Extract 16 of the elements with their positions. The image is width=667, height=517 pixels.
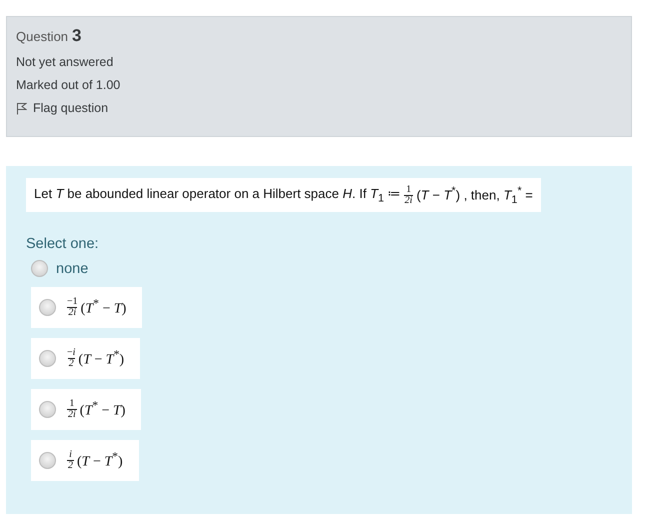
radio-button[interactable] <box>39 350 56 367</box>
fraction: 1 2i <box>404 184 414 206</box>
question-number: 3 <box>72 26 82 46</box>
radio-button[interactable] <box>31 260 48 277</box>
radio-button[interactable] <box>39 401 56 418</box>
select-one-label: Select one: <box>26 236 100 252</box>
flag-icon <box>16 102 27 114</box>
flag-question-link[interactable]: Flag question <box>16 101 622 115</box>
status-text: Not yet answered <box>16 55 114 69</box>
question-text-start: Let T be abounded linear operator on a Hilbert space H. If T$_{1}$ ≔ <box>34 186 401 204</box>
question-text-end: (T − T$^{*}$) , then, T$_{1}$$^{*}$ = <box>416 184 533 206</box>
radio-button[interactable] <box>39 299 56 316</box>
radio-button[interactable] <box>39 452 56 469</box>
question-label: Question <box>16 29 68 44</box>
mark-text: Marked out of 1.00 <box>16 78 122 92</box>
option-label[interactable]: none <box>56 260 88 276</box>
